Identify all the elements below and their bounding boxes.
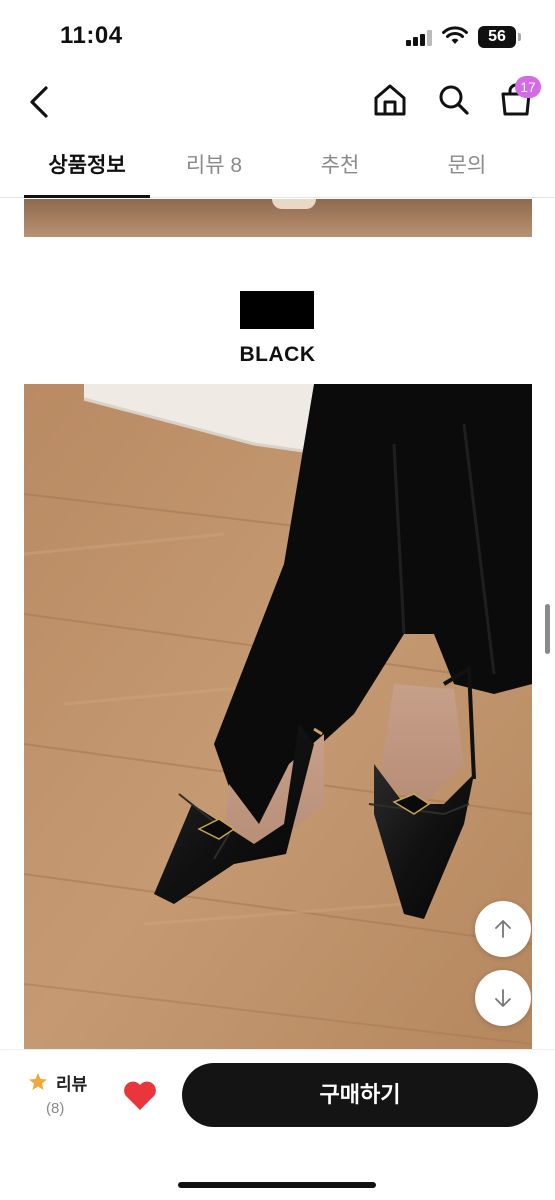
product-photo-previous <box>24 199 532 237</box>
scroll-to-bottom-button[interactable] <box>475 970 531 1026</box>
arrow-down-icon <box>495 989 511 1007</box>
tab-inquiry[interactable]: 문의 <box>404 140 530 198</box>
tab-reviews[interactable]: 리뷰 8 <box>151 140 277 198</box>
review-count: (8) <box>46 1100 65 1117</box>
status-bar: 11:04 56 <box>0 0 555 72</box>
color-name: BLACK <box>239 343 316 366</box>
battery-level: 56 <box>488 28 506 45</box>
color-swatch <box>240 291 314 329</box>
tab-recommend[interactable]: 추천 <box>277 140 403 198</box>
back-arrow-icon[interactable] <box>22 80 58 124</box>
tab-product-info[interactable]: 상품정보 <box>24 140 150 198</box>
status-time: 11:04 <box>60 22 123 49</box>
review-summary[interactable]: 리뷰 (8) <box>28 1070 108 1122</box>
home-icon[interactable] <box>370 80 410 120</box>
battery-icon: 56 <box>478 26 522 48</box>
search-icon[interactable] <box>434 80 474 120</box>
scroll-to-top-button[interactable] <box>475 901 531 957</box>
product-tabs: 상품정보 리뷰 8 추천 문의 <box>0 140 555 198</box>
bottom-action-bar: 리뷰 (8) 구매하기 <box>0 1049 555 1200</box>
product-detail-content: BLACK <box>0 199 555 1049</box>
buy-button[interactable]: 구매하기 <box>182 1063 538 1127</box>
cart-count-badge: 17 <box>515 76 541 98</box>
wifi-icon <box>442 26 468 44</box>
product-detail-page: 11:04 56 17 상품정보 리뷰 8 추천 문의 BLACK 리뷰 (8)… <box>0 0 555 1200</box>
cellular-signal-icon <box>406 30 434 46</box>
scrollbar[interactable] <box>545 604 550 654</box>
arrow-up-icon <box>495 920 511 938</box>
heart-icon[interactable] <box>122 1080 158 1112</box>
top-navigation <box>0 72 555 132</box>
review-label: 리뷰 <box>56 1075 88 1094</box>
star-icon <box>29 1073 47 1090</box>
active-tab-indicator <box>24 195 150 198</box>
home-indicator <box>178 1182 376 1188</box>
product-photo-black-heels <box>24 384 532 1049</box>
